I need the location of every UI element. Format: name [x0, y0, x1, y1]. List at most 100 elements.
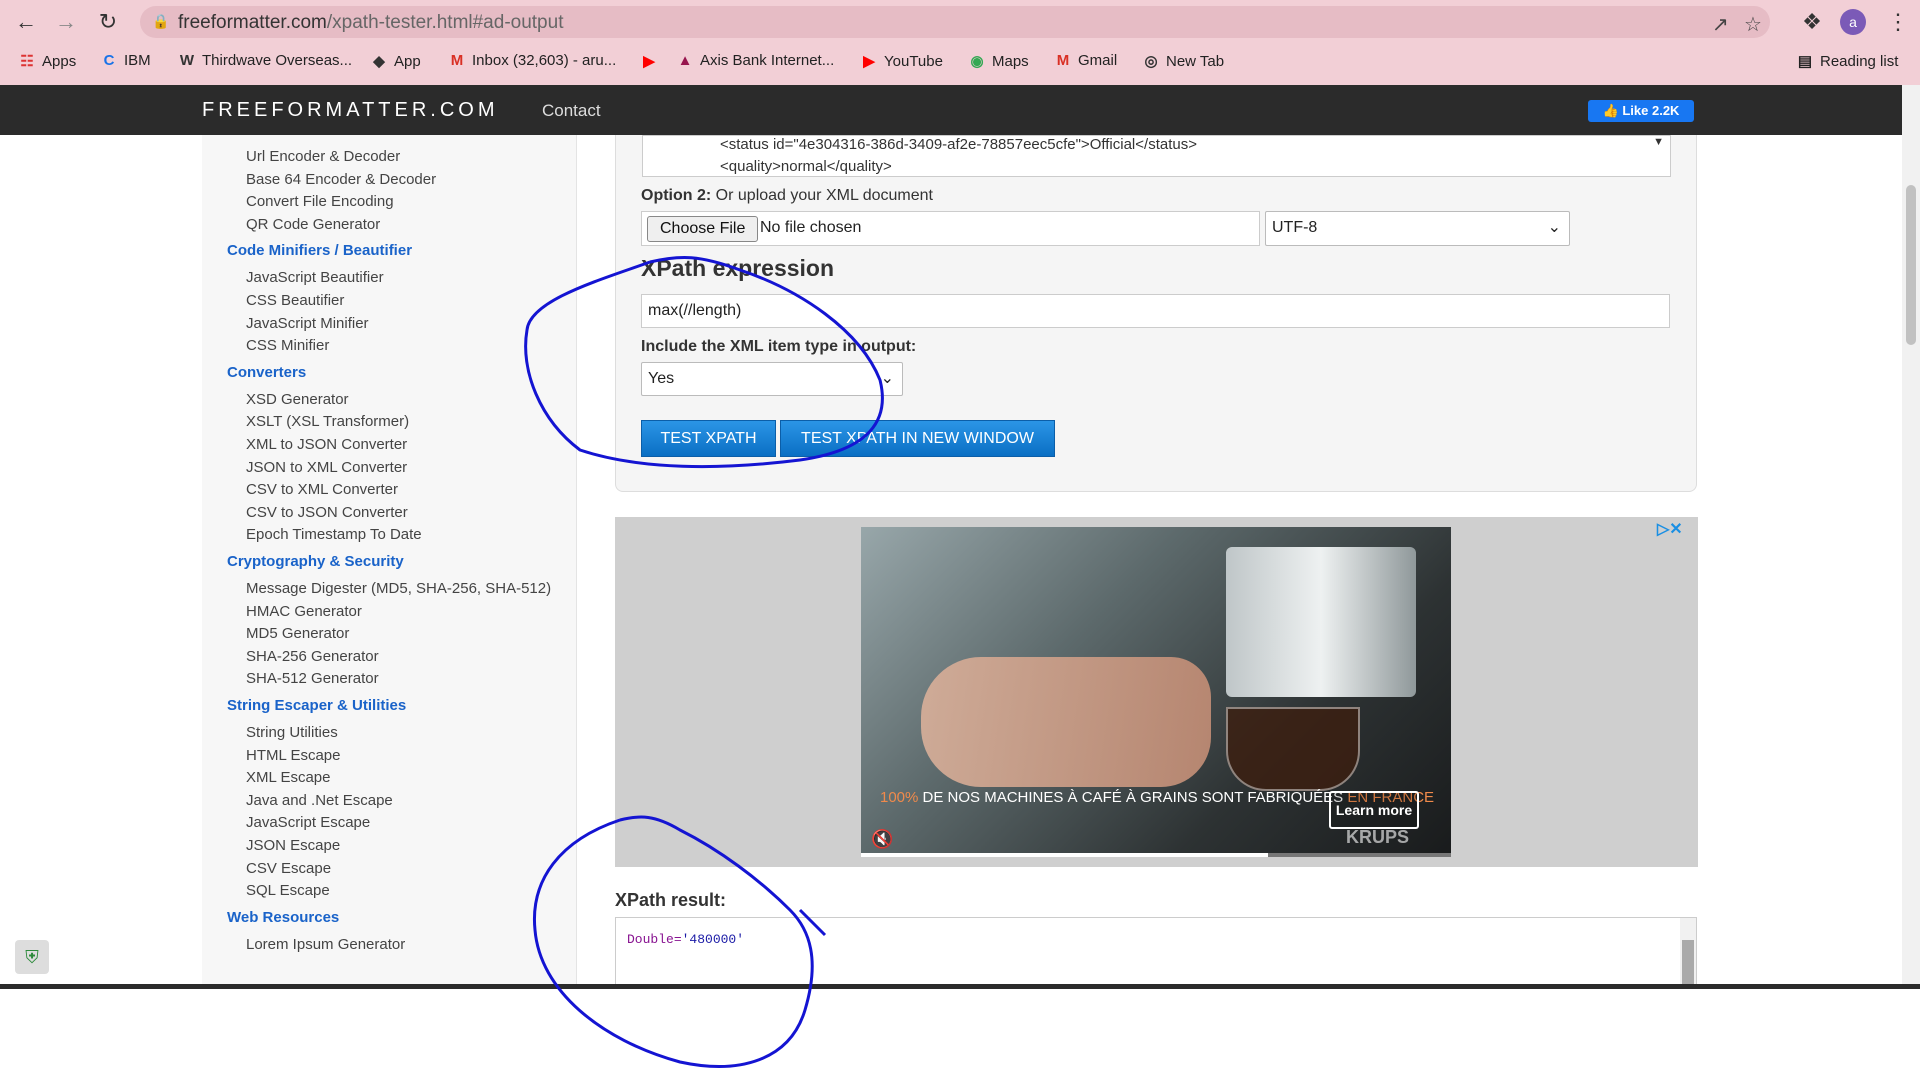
- sidebar-link[interactable]: HMAC Generator: [246, 603, 362, 620]
- sidebar-link[interactable]: CSV Escape: [246, 860, 331, 877]
- sidebar-link[interactable]: CSS Beautifier: [246, 292, 344, 309]
- sidebar-link[interactable]: Convert File Encoding: [246, 193, 394, 210]
- site-logo[interactable]: FREEFORMATTER.COM: [202, 99, 499, 122]
- ad-video[interactable]: 100% DE NOS MACHINES À CAFÉ À GRAINS SON…: [861, 527, 1451, 857]
- url-domain: freeformatter.com: [178, 12, 327, 33]
- facebook-like-button[interactable]: 👍 Like 2.2K: [1588, 100, 1694, 122]
- scroll-down-icon[interactable]: ▼: [1653, 136, 1664, 148]
- sidebar-link[interactable]: JavaScript Escape: [246, 814, 370, 831]
- sidebar-link[interactable]: Lorem Ipsum Generator: [246, 936, 405, 953]
- bookmark-item[interactable]: ▶: [640, 52, 664, 70]
- bookmark-item[interactable]: ▶ YouTube: [860, 52, 943, 70]
- sidebar-link[interactable]: CSS Minifier: [246, 337, 329, 354]
- option2-bold: Option 2:: [641, 187, 712, 204]
- gmail-icon: M: [450, 52, 464, 69]
- sidebar: Url Encoder & Decoder Base 64 Encoder & D…: [202, 135, 577, 985]
- sidebar-link[interactable]: XML Escape: [246, 769, 331, 786]
- coffee-machine-image: [1226, 547, 1416, 697]
- video-progress[interactable]: [861, 853, 1451, 857]
- bookmark-item[interactable]: ▲ Axis Bank Internet...: [676, 52, 835, 69]
- learn-more-button[interactable]: Learn more: [1329, 791, 1419, 829]
- avatar[interactable]: a: [1840, 9, 1866, 35]
- sidebar-link[interactable]: SQL Escape: [246, 882, 330, 899]
- fb-like-label: Like 2.2K: [1622, 103, 1680, 118]
- bookmark-item[interactable]: W Thirdwave Overseas...: [178, 52, 352, 69]
- xml-line: <quality>normal</quality>: [720, 158, 892, 175]
- menu-dots-icon[interactable]: ⋮: [1886, 10, 1910, 34]
- test-xpath-button[interactable]: TEST XPATH: [641, 420, 776, 457]
- thumbs-up-icon: 👍: [1602, 103, 1623, 118]
- scrollbar-thumb[interactable]: [1682, 940, 1694, 988]
- extensions-puzzle-icon[interactable]: ❖: [1800, 10, 1824, 34]
- sidebar-link[interactable]: JSON Escape: [246, 837, 340, 854]
- bookmark-item[interactable]: M Inbox (32,603) - aru...: [448, 52, 617, 69]
- sidebar-link[interactable]: JavaScript Beautifier: [246, 269, 384, 286]
- url-text[interactable]: freeformatter.com/xpath-tester.html#ad-o…: [178, 12, 563, 34]
- test-xpath-new-window-button[interactable]: TEST XPATH IN NEW WINDOW: [780, 420, 1055, 457]
- result-type: Double: [627, 932, 674, 947]
- include-type-value: Yes: [648, 370, 675, 387]
- sidebar-link[interactable]: String Utilities: [246, 724, 338, 741]
- bookmark-label: YouTube: [884, 53, 943, 70]
- contact-link[interactable]: Contact: [542, 101, 601, 121]
- sidebar-link[interactable]: SHA-512 Generator: [246, 670, 379, 687]
- back-arrow-icon[interactable]: ←: [14, 10, 38, 34]
- sidebar-link[interactable]: Java and .Net Escape: [246, 792, 393, 809]
- wordpress-icon: W: [179, 52, 195, 69]
- sidebar-link[interactable]: MD5 Generator: [246, 625, 349, 642]
- sidebar-link[interactable]: Base 64 Encoder & Decoder: [246, 171, 436, 188]
- sidebar-link[interactable]: XML to JSON Converter: [246, 436, 407, 453]
- page-scrollbar[interactable]: [1902, 85, 1920, 985]
- share-icon[interactable]: ↗: [1712, 12, 1729, 37]
- youtube-icon: ▶: [863, 53, 875, 70]
- bookmark-item[interactable]: ◆ App: [370, 52, 420, 70]
- bookmark-item[interactable]: M Gmail: [1054, 52, 1117, 69]
- bookmark-label: Apps: [42, 53, 77, 70]
- bookmark-item[interactable]: C IBM: [100, 52, 151, 69]
- forward-arrow-icon[interactable]: →: [54, 10, 78, 34]
- reload-icon[interactable]: ↻: [96, 10, 120, 34]
- sidebar-link[interactable]: JavaScript Minifier: [246, 315, 369, 332]
- xml-input-textarea[interactable]: <status id="4e304316-386d-3409-af2e-7885…: [642, 135, 1671, 177]
- reading-list-label: Reading list: [1820, 53, 1899, 70]
- sidebar-category: Web Resources: [227, 908, 340, 926]
- globe-icon: ◎: [1144, 53, 1158, 70]
- sidebar-link[interactable]: CSV to XML Converter: [246, 481, 398, 498]
- scrollbar-thumb[interactable]: [1906, 185, 1916, 345]
- choose-file-button[interactable]: Choose File: [647, 216, 759, 242]
- reading-list[interactable]: ▤ Reading list: [1796, 52, 1898, 70]
- option2-text: Or upload your XML document: [715, 187, 933, 204]
- bookmark-item[interactable]: ◎ New Tab: [1142, 52, 1224, 70]
- sidebar-link[interactable]: SHA-256 Generator: [246, 648, 379, 665]
- footer-bar: [0, 984, 1920, 989]
- result-code: Double='480000': [627, 932, 744, 947]
- reading-list-icon: ▤: [1797, 53, 1813, 70]
- sidebar-link[interactable]: JSON to XML Converter: [246, 459, 407, 476]
- ad-choices-icon[interactable]: ▷✕: [1657, 519, 1683, 539]
- result-scrollbar[interactable]: [1680, 918, 1696, 988]
- sidebar-link[interactable]: QR Code Generator: [246, 216, 380, 233]
- xpath-input[interactable]: max(//length): [641, 294, 1670, 328]
- address-bar[interactable]: 🔒 freeformatter.com/xpath-tester.html#ad…: [140, 6, 1770, 38]
- bookmark-item[interactable]: ☷ Apps: [18, 52, 76, 70]
- url-path: /xpath-tester.html#ad-output: [326, 12, 564, 33]
- xpath-result-box[interactable]: Double='480000': [615, 917, 1697, 989]
- brand-logo: KRUPS: [1346, 827, 1410, 847]
- mute-icon[interactable]: 🔇: [871, 829, 893, 850]
- sidebar-link[interactable]: Epoch Timestamp To Date: [246, 526, 422, 543]
- browser-chrome: ← → ↻ 🔒 freeformatter.com/xpath-tester.h…: [0, 0, 1920, 85]
- bookmark-label: IBM: [124, 52, 151, 69]
- sidebar-link[interactable]: Url Encoder & Decoder: [246, 148, 400, 165]
- sidebar-link[interactable]: XSLT (XSL Transformer): [246, 413, 409, 430]
- bookmark-item[interactable]: ◉ Maps: [968, 52, 1028, 70]
- sidebar-link[interactable]: Message Digester (MD5, SHA-256, SHA-512): [246, 580, 551, 597]
- include-type-select[interactable]: Yes ⌄: [641, 362, 903, 396]
- xpath-value: max(//length): [648, 302, 742, 319]
- option2-label: Option 2: Or upload your XML document: [641, 187, 933, 205]
- sidebar-link[interactable]: XSD Generator: [246, 391, 349, 408]
- shield-icon[interactable]: ⛨: [15, 940, 49, 974]
- sidebar-link[interactable]: CSV to JSON Converter: [246, 504, 408, 521]
- sidebar-link[interactable]: HTML Escape: [246, 747, 340, 764]
- star-icon[interactable]: ☆: [1744, 12, 1762, 37]
- encoding-select[interactable]: UTF-8 ⌄: [1265, 211, 1570, 246]
